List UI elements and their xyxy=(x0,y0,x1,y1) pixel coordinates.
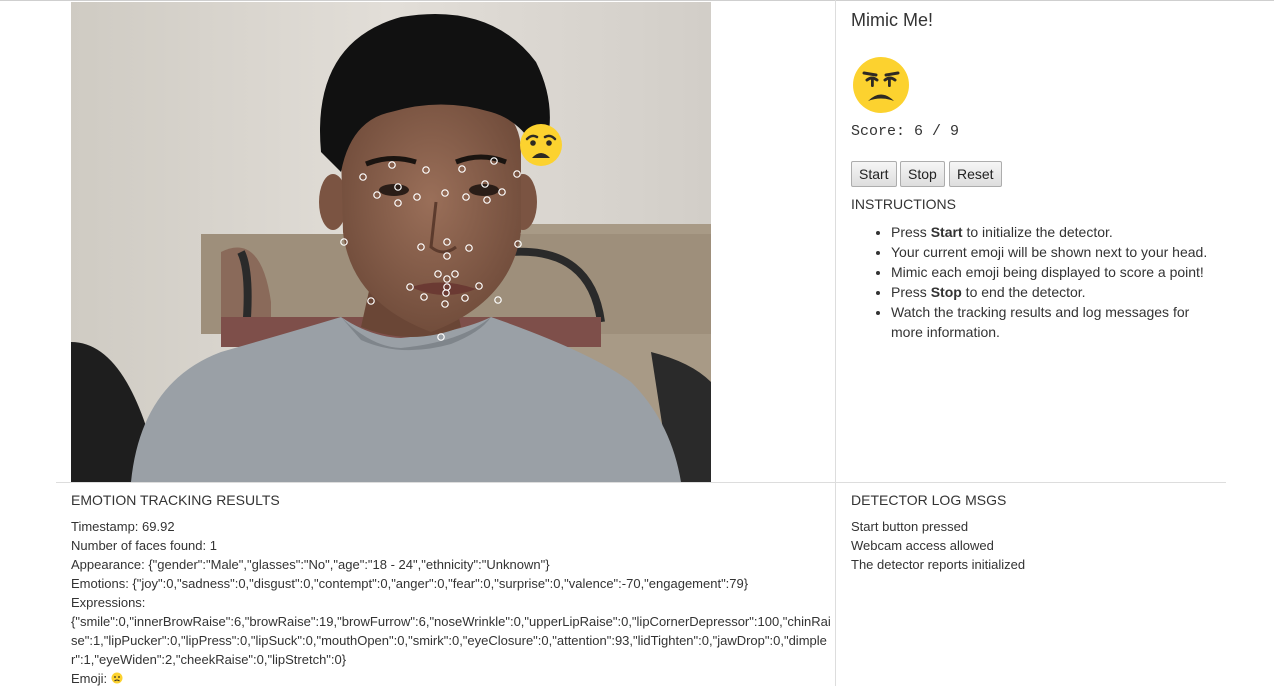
score-display: Score: 6 / 9 xyxy=(851,123,959,140)
emoji-overlay-icon xyxy=(520,124,562,166)
expressions-text: {"smile":0,"innerBrowRaise":6,"browRaise… xyxy=(71,614,831,667)
horizontal-divider xyxy=(56,482,1226,483)
log-message: Start button pressed xyxy=(851,519,969,534)
start-button[interactable]: Start xyxy=(851,161,897,187)
results-panel: Timestamp: 69.92 Number of faces found: … xyxy=(71,517,831,688)
results-heading: EMOTION TRACKING RESULTS xyxy=(71,492,280,508)
webcam-image xyxy=(71,2,711,482)
log-message: Webcam access allowed xyxy=(851,538,994,553)
log-panel: Start button pressed Webcam access allow… xyxy=(851,517,1025,574)
instructions-heading: INSTRUCTIONS xyxy=(851,196,956,212)
stop-button[interactable]: Stop xyxy=(900,161,945,187)
faces-count-text: Number of faces found: 1 xyxy=(71,538,217,553)
score-label: Score: xyxy=(851,123,906,140)
instructions-list: Press Start to initialize the detector. … xyxy=(851,222,1221,342)
appearance-text: Appearance: {"gender":"Male","glasses":"… xyxy=(71,557,550,572)
emoji-result: Emoji: xyxy=(71,669,831,688)
reset-button[interactable]: Reset xyxy=(949,161,1002,187)
list-item: Your current emoji will be shown next to… xyxy=(891,242,1221,262)
log-message: The detector reports initialized xyxy=(851,557,1026,572)
vertical-divider xyxy=(835,0,836,686)
list-item: Press Start to initialize the detector. xyxy=(891,222,1221,242)
score-value: 6 / 9 xyxy=(914,123,960,140)
list-item: Press Stop to end the detector. xyxy=(891,282,1221,302)
top-divider xyxy=(0,0,1274,1)
page-title: Mimic Me! xyxy=(851,10,933,30)
list-item: Mimic each emoji being displayed to scor… xyxy=(891,262,1221,282)
emotions-text: Emotions: {"joy":0,"sadness":0,"disgust"… xyxy=(71,576,749,591)
list-item: Watch the tracking results and log messa… xyxy=(891,302,1221,342)
webcam-feed xyxy=(71,2,711,482)
timestamp-text: Timestamp: 69.92 xyxy=(71,519,175,534)
log-heading: DETECTOR LOG MSGS xyxy=(851,492,1007,508)
emoji-result-label: Emoji: xyxy=(71,671,111,686)
expressions-label: Expressions: xyxy=(71,595,146,610)
weary-face-icon xyxy=(853,57,909,113)
weary-face-small-icon xyxy=(111,672,123,684)
